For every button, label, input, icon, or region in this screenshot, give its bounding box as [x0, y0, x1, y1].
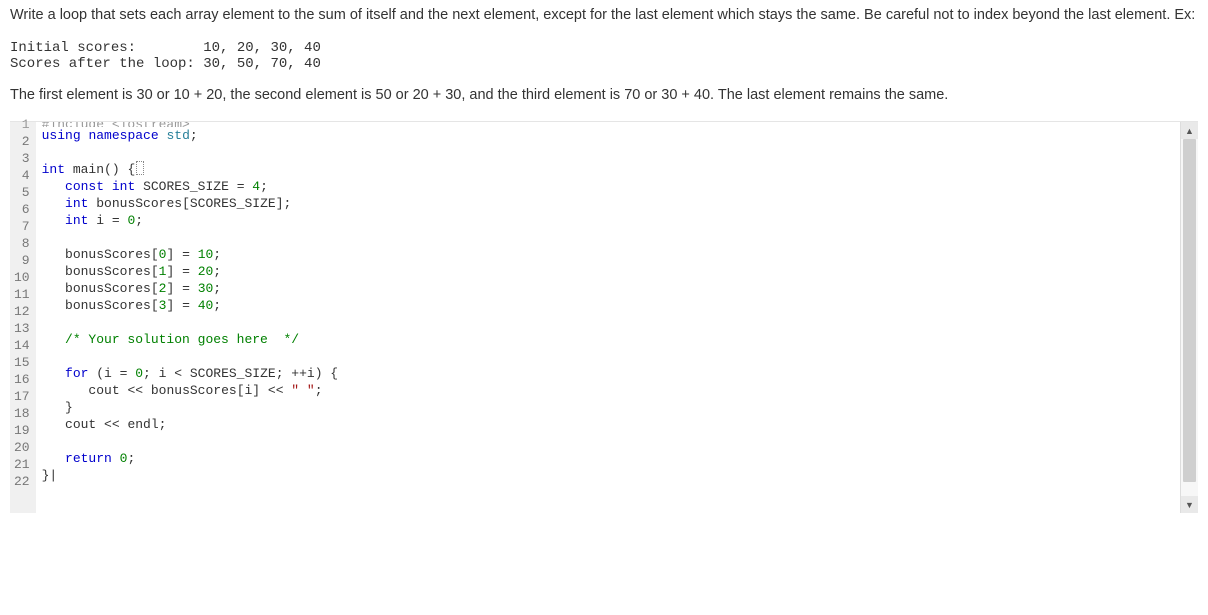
prompt-paragraph-1: Write a loop that sets each array elemen…	[10, 6, 1198, 26]
chevron-down-icon: ▼	[1185, 500, 1194, 510]
line-number: 17	[14, 388, 30, 405]
scrollbar-track[interactable]	[1181, 139, 1198, 496]
line-number: 14	[14, 337, 30, 354]
line-number: 22	[14, 473, 30, 490]
line-number: 1	[14, 116, 30, 133]
line-number: 16	[14, 371, 30, 388]
vertical-scrollbar[interactable]: ▲ ▼	[1180, 122, 1198, 513]
line-number: 11	[14, 286, 30, 303]
line-number: 18	[14, 405, 30, 422]
line-number: 2	[14, 133, 30, 150]
code-line[interactable]: bonusScores[3] = 40;	[36, 297, 1180, 314]
code-line[interactable]: cout << endl;	[36, 416, 1180, 433]
line-number: 4	[14, 167, 30, 184]
code-line[interactable]: bonusScores[0] = 10;	[36, 246, 1180, 263]
line-number: 9	[14, 252, 30, 269]
code-line[interactable]: }	[36, 399, 1180, 416]
code-line[interactable]: bonusScores[1] = 20;	[36, 263, 1180, 280]
line-number: 20	[14, 439, 30, 456]
code-line[interactable]: cout << bonusScores[i] << " ";	[36, 382, 1180, 399]
line-number: 12	[14, 303, 30, 320]
code-editor[interactable]: 1 2 3 4 5 6 7 8 9 10 11 12 13 14 15 16 1…	[10, 121, 1198, 513]
prompt-paragraph-2: The first element is 30 or 10 + 20, the …	[10, 86, 1198, 106]
scroll-down-button[interactable]: ▼	[1181, 496, 1198, 513]
line-number: 19	[14, 422, 30, 439]
code-line[interactable]: }|	[36, 467, 1180, 484]
code-line[interactable]: for (i = 0; i < SCORES_SIZE; ++i) {	[36, 365, 1180, 382]
example-block: Initial scores: 10, 20, 30, 40 Scores af…	[10, 40, 1198, 72]
code-line[interactable]	[36, 433, 1180, 450]
code-line[interactable]	[36, 348, 1180, 365]
code-line[interactable]: return 0;	[36, 450, 1180, 467]
code-line[interactable]: int bonusScores[SCORES_SIZE];	[36, 195, 1180, 212]
line-number-gutter: 1 2 3 4 5 6 7 8 9 10 11 12 13 14 15 16 1…	[10, 122, 36, 513]
line-number: 7	[14, 218, 30, 235]
code-line[interactable]: using namespace std;	[36, 127, 1180, 144]
code-line[interactable]: int i = 0;	[36, 212, 1180, 229]
line-number: 15	[14, 354, 30, 371]
chevron-up-icon: ▲	[1185, 126, 1194, 136]
line-number: 3	[14, 150, 30, 167]
line-number: 13	[14, 320, 30, 337]
problem-description: Write a loop that sets each array elemen…	[0, 0, 1208, 115]
code-line[interactable]	[36, 144, 1180, 161]
code-line[interactable]: /* Your solution goes here */	[36, 331, 1180, 348]
line-number: 5	[14, 184, 30, 201]
scroll-up-button[interactable]: ▲	[1181, 122, 1198, 139]
code-content[interactable]: #include <iostream> using namespace std;…	[36, 122, 1180, 513]
code-line[interactable]	[36, 314, 1180, 331]
code-line[interactable]	[36, 229, 1180, 246]
line-number: 6	[14, 201, 30, 218]
line-number: 10	[14, 269, 30, 286]
code-line[interactable]: bonusScores[2] = 30;	[36, 280, 1180, 297]
line-number: 21	[14, 456, 30, 473]
line-number: 8	[14, 235, 30, 252]
code-line[interactable]: int main() {	[36, 161, 1180, 178]
scrollbar-thumb[interactable]	[1183, 139, 1196, 482]
code-line[interactable]: const int SCORES_SIZE = 4;	[36, 178, 1180, 195]
cursor-indicator	[136, 161, 144, 175]
